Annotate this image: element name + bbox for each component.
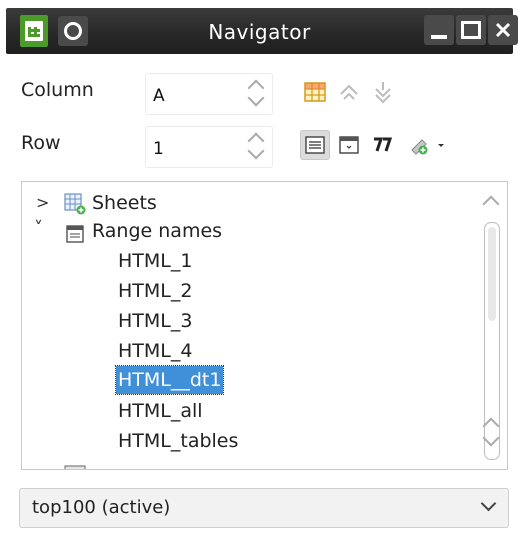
list-item[interactable]: HTML_4	[118, 336, 192, 366]
collapse-arrow-icon[interactable]: ˅	[34, 214, 43, 244]
scenarios-button[interactable]	[368, 130, 398, 160]
document-select[interactable]: top100 (active)	[19, 488, 509, 528]
row-down-icon[interactable]	[247, 142, 265, 160]
scenarios-icon	[374, 137, 393, 152]
column-down-icon[interactable]	[247, 89, 265, 107]
drag-mode-button[interactable]	[406, 130, 450, 160]
list-item-selected[interactable]: HTML__dt1	[114, 365, 225, 395]
grid-table-icon	[304, 82, 326, 102]
list-item[interactable]: HTML_3	[118, 306, 192, 336]
row-label: Row	[21, 132, 61, 154]
sheets-icon	[64, 193, 86, 224]
tree-scrollbar[interactable]	[481, 182, 505, 469]
close-button[interactable]	[488, 15, 518, 45]
content-list-icon	[305, 136, 325, 154]
navigator-window: Navigator Column A Row 1 > Sheets ˅ Rang…	[0, 0, 519, 539]
maximize-button[interactable]	[456, 15, 486, 45]
row-value[interactable]: 1	[153, 139, 164, 159]
start-button[interactable]	[334, 77, 364, 107]
maximize-icon	[461, 21, 481, 39]
list-item[interactable]: HTML_all	[118, 396, 203, 426]
content-button[interactable]	[300, 130, 330, 160]
list-item[interactable]: HTML_1	[118, 246, 192, 276]
tree-label-sheets: Sheets	[92, 192, 157, 214]
arrow-up-icon	[340, 84, 358, 100]
end-button[interactable]	[368, 77, 398, 107]
column-value[interactable]: A	[153, 86, 165, 106]
partial-node-icon	[64, 460, 86, 469]
drag-mode-icon	[411, 139, 444, 155]
list-item[interactable]: HTML_2	[118, 276, 192, 306]
tree-label-range-names: Range names	[92, 220, 223, 242]
scroll-up-icon[interactable]	[482, 195, 500, 213]
minimize-button[interactable]	[424, 15, 454, 45]
list-item[interactable]: HTML_tables	[118, 426, 238, 456]
data-range-button[interactable]	[300, 77, 330, 107]
row-spinbox[interactable]: 1	[145, 126, 273, 168]
toggle-button[interactable]	[334, 130, 364, 160]
close-icon	[495, 22, 511, 38]
navigator-tree[interactable]: > Sheets ˅ Range names HTML_1 HTML_2 HTM…	[21, 181, 508, 470]
range-names-icon	[66, 222, 84, 252]
toggle-box-icon	[339, 136, 359, 154]
minimize-icon	[431, 35, 447, 39]
arrow-down-icon	[375, 82, 391, 104]
column-label: Column	[21, 79, 94, 101]
title-bar[interactable]: Navigator	[6, 8, 518, 54]
document-select-value: top100 (active)	[32, 497, 171, 518]
chevron-down-icon	[480, 495, 497, 512]
scroll-thumb[interactable]	[488, 227, 496, 321]
column-spinbox[interactable]: A	[145, 73, 273, 115]
